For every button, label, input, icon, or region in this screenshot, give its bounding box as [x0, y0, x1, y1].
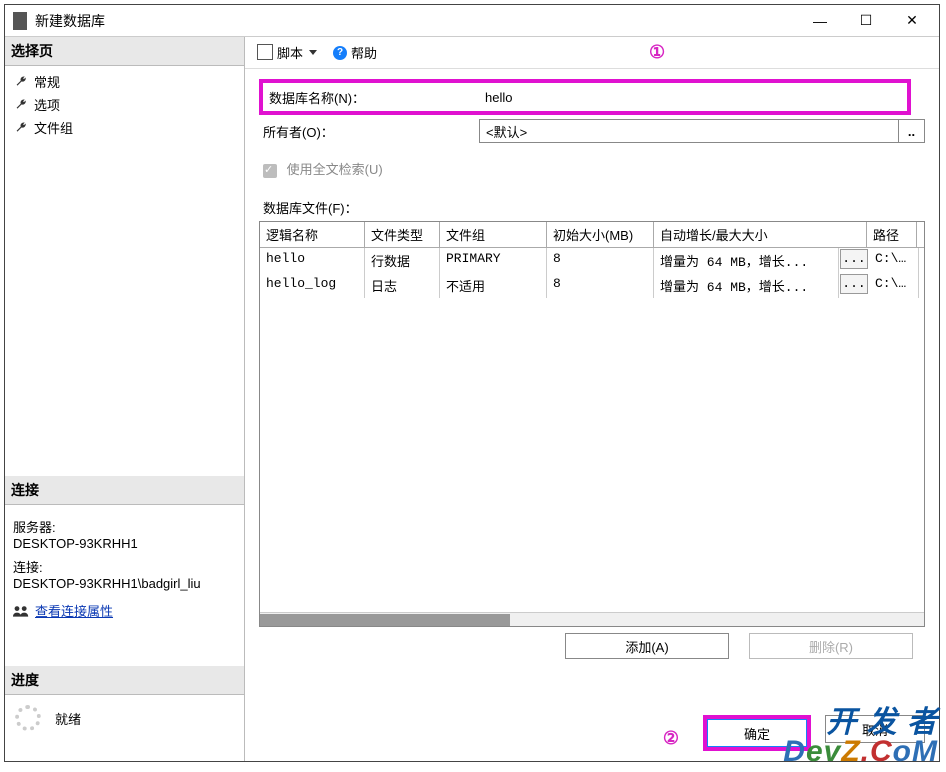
main-panel: 脚本 ? 帮助 ① 数据库名称(N)： 所有者(O)：: [245, 37, 939, 761]
wrench-icon: [15, 98, 28, 111]
sidebar-item-label: 文件组: [34, 118, 73, 137]
dialog-window: 新建数据库 — ☐ ✕ 选择页 常规 选项 文件组: [4, 4, 940, 762]
progress-panel: 就绪: [5, 695, 244, 741]
sidebar-item-options[interactable]: 选项: [11, 93, 238, 116]
connection-label: 连接:: [13, 557, 236, 576]
script-label: 脚本: [277, 43, 303, 62]
cancel-label: 取消: [862, 720, 888, 739]
window-controls: — ☐ ✕: [797, 6, 935, 36]
fulltext-checkbox: [263, 164, 277, 178]
grid-buttons: 添加(A) 删除(R): [259, 627, 925, 665]
ok-button[interactable]: 确定: [707, 719, 807, 747]
dialog-body: 选择页 常规 选项 文件组 连接 服务器: DESKTOP-93: [5, 37, 939, 761]
fulltext-label: 使用全文检索(U): [287, 162, 383, 177]
connection-value: DESKTOP-93KRHH1\badgirl_liu: [13, 576, 236, 591]
cell-group[interactable]: 不适用: [440, 273, 547, 298]
col-filegroup[interactable]: 文件组: [440, 222, 547, 247]
select-page-header: 选择页: [5, 37, 244, 66]
owner-label: 所有者(O)：: [259, 122, 479, 141]
sidebar: 选择页 常规 选项 文件组 连接 服务器: DESKTOP-93: [5, 37, 245, 761]
grid-horizontal-scrollbar[interactable]: [260, 612, 924, 626]
people-icon: [13, 605, 29, 617]
view-props-link[interactable]: 查看连接属性: [35, 601, 113, 620]
connection-info: 服务器: DESKTOP-93KRHH1 连接: DESKTOP-93KRHH1…: [5, 505, 244, 626]
ok-highlight: 确定: [703, 715, 811, 751]
files-grid[interactable]: 逻辑名称 文件类型 文件组 初始大小(MB) 自动增长/最大大小 路径 hell…: [259, 221, 925, 627]
sidebar-item-general[interactable]: 常规: [11, 70, 238, 93]
col-file-type[interactable]: 文件类型: [365, 222, 440, 247]
growth-browse-button[interactable]: ...: [840, 274, 868, 294]
remove-button-label: 删除(R): [809, 637, 853, 656]
grid-header: 逻辑名称 文件类型 文件组 初始大小(MB) 自动增长/最大大小 路径: [260, 222, 924, 248]
add-button[interactable]: 添加(A): [565, 633, 729, 659]
scrollbar-thumb[interactable]: [260, 614, 510, 626]
growth-browse-button[interactable]: ...: [840, 249, 868, 269]
table-row[interactable]: hello 行数据 PRIMARY 8 增量为 64 MB，增长... ... …: [260, 248, 924, 273]
view-connection-properties[interactable]: 查看连接属性: [13, 601, 236, 620]
maximize-button[interactable]: ☐: [843, 6, 889, 36]
col-path[interactable]: 路径: [867, 222, 917, 247]
cell-size[interactable]: 8: [547, 273, 654, 298]
cancel-button[interactable]: 取消: [825, 715, 925, 743]
connection-header: 连接: [5, 476, 244, 505]
dbname-input[interactable]: [479, 85, 905, 109]
owner-row: 所有者(O)： ..: [259, 119, 925, 143]
progress-status: 就绪: [55, 709, 81, 728]
toolbar: 脚本 ? 帮助 ①: [245, 37, 939, 69]
progress-spinner-icon: [15, 705, 41, 731]
table-row[interactable]: hello_log 日志 不适用 8 增量为 64 MB，增长... ... C…: [260, 273, 924, 298]
cell-type[interactable]: 行数据: [365, 248, 440, 273]
cell-size[interactable]: 8: [547, 248, 654, 273]
ok-label: 确定: [744, 724, 770, 743]
window-icon: [13, 12, 27, 30]
minimize-button[interactable]: —: [797, 6, 843, 36]
help-icon: ?: [333, 46, 347, 60]
annotation-one: ①: [649, 42, 665, 63]
grid-body: hello 行数据 PRIMARY 8 增量为 64 MB，增长... ... …: [260, 248, 924, 612]
fulltext-row: 使用全文检索(U): [259, 159, 925, 178]
sidebar-item-label: 常规: [34, 72, 60, 91]
annotation-two: ②: [663, 728, 679, 749]
cell-name[interactable]: hello_log: [260, 273, 365, 298]
owner-browse-button[interactable]: ..: [899, 119, 925, 143]
col-logical-name[interactable]: 逻辑名称: [260, 222, 365, 247]
page-list: 常规 选项 文件组: [5, 66, 244, 143]
server-label: 服务器:: [13, 517, 236, 536]
dbname-label: 数据库名称(N)：: [265, 88, 479, 107]
dialog-buttons: 确定 取消: [703, 715, 925, 751]
wrench-icon: [15, 75, 28, 88]
progress-header: 进度: [5, 666, 244, 695]
cell-type[interactable]: 日志: [365, 273, 440, 298]
content-area: 数据库名称(N)： 所有者(O)： .. 使用全文检索(U) 数据库文件(F)：: [245, 69, 939, 761]
help-label: 帮助: [351, 43, 377, 62]
cell-name[interactable]: hello: [260, 248, 365, 273]
help-button[interactable]: ? 帮助: [329, 41, 381, 64]
wrench-icon: [15, 121, 28, 134]
window-title: 新建数据库: [35, 11, 797, 31]
script-button[interactable]: 脚本: [255, 41, 321, 64]
close-button[interactable]: ✕: [889, 6, 935, 36]
sidebar-item-label: 选项: [34, 95, 60, 114]
titlebar: 新建数据库 — ☐ ✕: [5, 5, 939, 37]
dbname-highlight: 数据库名称(N)：: [259, 79, 911, 115]
remove-button: 删除(R): [749, 633, 913, 659]
chevron-down-icon: [309, 50, 317, 55]
cell-group[interactable]: PRIMARY: [440, 248, 547, 273]
files-label: 数据库文件(F)：: [259, 198, 925, 217]
col-initial-size[interactable]: 初始大小(MB): [547, 222, 654, 247]
sidebar-item-filegroups[interactable]: 文件组: [11, 116, 238, 139]
add-button-label: 添加(A): [625, 637, 668, 656]
server-value: DESKTOP-93KRHH1: [13, 536, 236, 551]
cell-path[interactable]: C:\Pr: [869, 273, 919, 298]
cell-growth: 增量为 64 MB，增长...: [654, 248, 839, 273]
cell-growth: 增量为 64 MB，增长...: [654, 273, 839, 298]
script-icon: [259, 46, 273, 60]
col-autogrow[interactable]: 自动增长/最大大小: [654, 222, 867, 247]
cell-path[interactable]: C:\Pr: [869, 248, 919, 273]
owner-input[interactable]: [479, 119, 899, 143]
